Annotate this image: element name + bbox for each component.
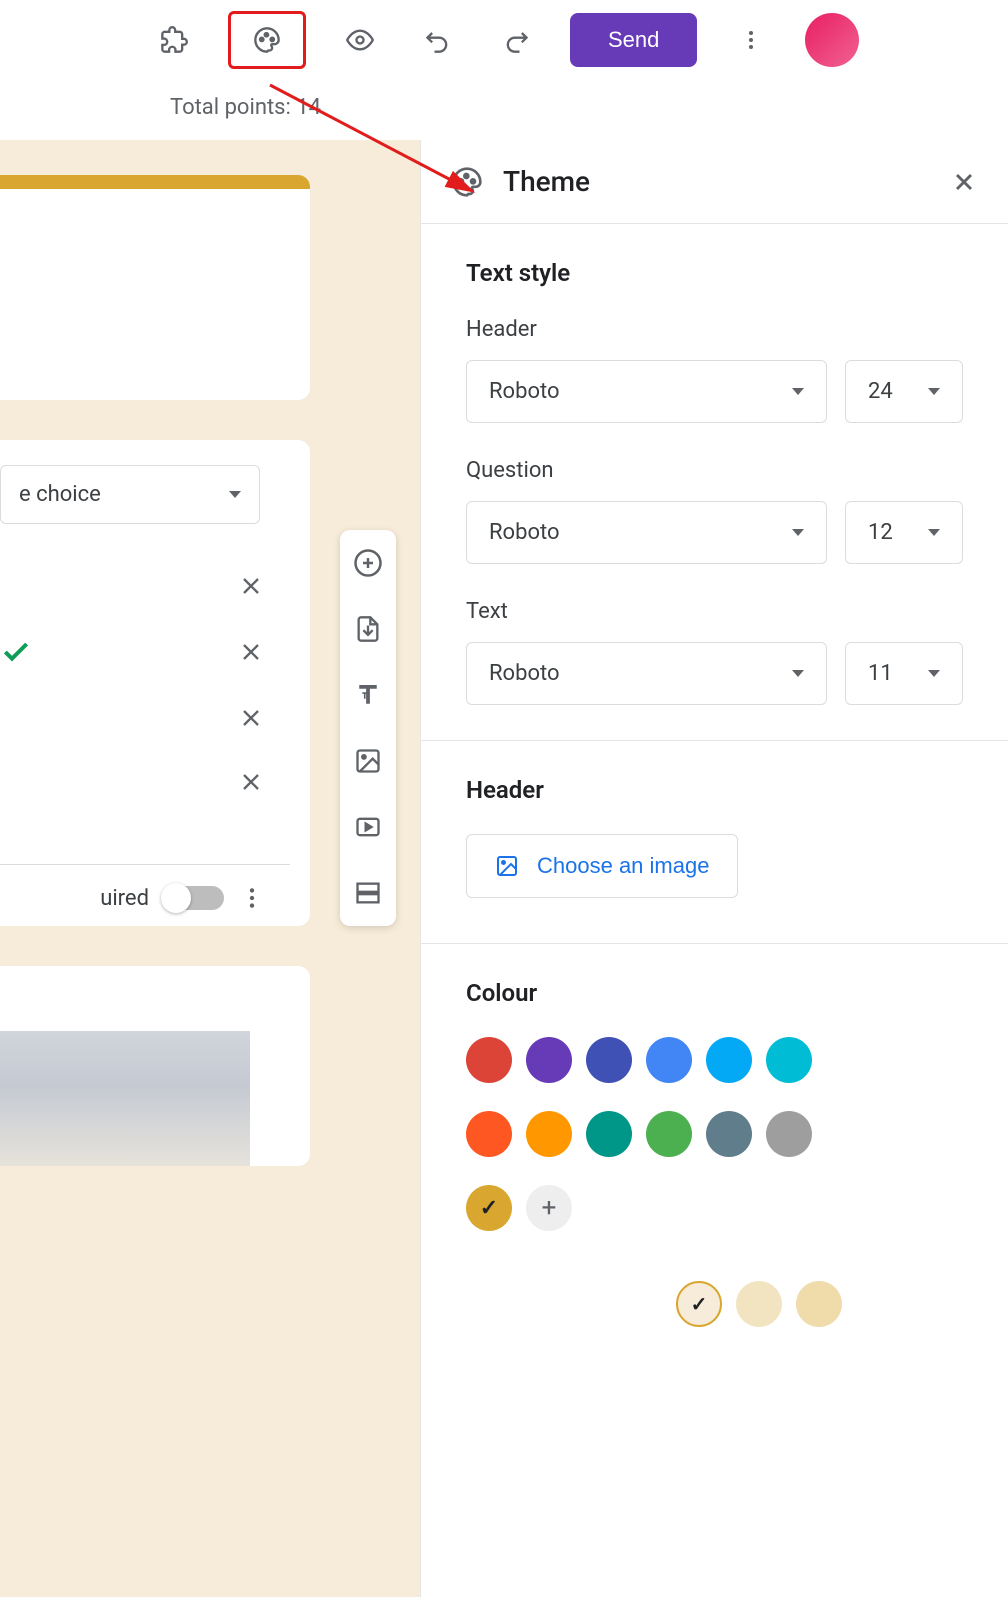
chevron-down-icon (229, 491, 241, 498)
header-section-title: Header (466, 776, 963, 804)
colour-swatch[interactable] (706, 1037, 752, 1083)
colour-swatch[interactable] (466, 1185, 512, 1231)
option-row (0, 554, 290, 618)
question-size-select[interactable]: 12 (845, 501, 963, 564)
side-toolbar (340, 530, 396, 926)
form-question-card[interactable]: e choice uired (0, 440, 310, 926)
chevron-down-icon (928, 670, 940, 677)
colour-grid: + (466, 1037, 963, 1231)
redo-icon[interactable] (492, 16, 540, 64)
colour-swatch[interactable] (466, 1111, 512, 1157)
choose-image-button[interactable]: Choose an image (466, 834, 738, 898)
close-panel-icon[interactable] (950, 168, 978, 196)
option-row (0, 750, 290, 814)
background-colour-swatch[interactable] (796, 1281, 842, 1327)
colour-swatch[interactable] (466, 1037, 512, 1083)
customize-theme-icon[interactable] (228, 11, 306, 69)
colour-swatch[interactable] (586, 1111, 632, 1157)
theme-panel-header: Theme (421, 140, 1008, 224)
addons-icon[interactable] (150, 16, 198, 64)
add-custom-colour[interactable]: + (526, 1185, 572, 1231)
import-questions-icon[interactable] (350, 611, 386, 647)
background-colour-swatch[interactable] (676, 1281, 722, 1327)
colour-swatch[interactable] (586, 1037, 632, 1083)
remove-option-icon[interactable] (237, 572, 265, 600)
remove-option-icon[interactable] (237, 704, 265, 732)
remove-option-icon[interactable] (237, 638, 265, 666)
required-label: uired (100, 886, 149, 911)
user-avatar[interactable] (805, 13, 859, 67)
image-card[interactable] (0, 966, 310, 1166)
form-header-card[interactable] (0, 175, 310, 400)
add-video-icon[interactable] (350, 809, 386, 845)
question-type-select[interactable]: e choice (0, 465, 260, 524)
colour-swatch[interactable] (706, 1111, 752, 1157)
chevron-down-icon (928, 388, 940, 395)
chevron-down-icon (792, 670, 804, 677)
chevron-down-icon (792, 388, 804, 395)
option-row (0, 618, 290, 686)
image-icon (495, 854, 519, 878)
add-image-icon[interactable] (350, 743, 386, 779)
background-colour-swatch[interactable] (736, 1281, 782, 1327)
colour-swatch[interactable] (646, 1037, 692, 1083)
remove-option-icon[interactable] (237, 768, 265, 796)
theme-panel: Theme Text style Header Roboto 24 Questi… (420, 140, 1008, 1597)
preview-icon[interactable] (336, 16, 384, 64)
chevron-down-icon (928, 529, 940, 536)
header-font-label: Header (466, 317, 963, 342)
question-font-select[interactable]: Roboto (466, 501, 827, 564)
header-font-select[interactable]: Roboto (466, 360, 827, 423)
text-font-label: Text (466, 599, 963, 624)
colour-swatch[interactable] (766, 1037, 812, 1083)
colour-swatch[interactable] (646, 1111, 692, 1157)
undo-icon[interactable] (414, 16, 462, 64)
send-button[interactable]: Send (570, 13, 697, 67)
required-toggle[interactable] (164, 886, 224, 910)
text-size-select[interactable]: 11 (845, 642, 963, 705)
option-row (0, 686, 290, 750)
chevron-down-icon (792, 529, 804, 536)
header-size-select[interactable]: 24 (845, 360, 963, 423)
background-colour-row (466, 1281, 963, 1327)
palette-icon (451, 166, 483, 198)
question-type-label: e choice (19, 482, 101, 507)
image-preview (0, 1031, 250, 1166)
text-style-title: Text style (466, 259, 963, 287)
add-question-icon[interactable] (350, 545, 386, 581)
more-options-icon[interactable] (727, 16, 775, 64)
colour-swatch[interactable] (766, 1111, 812, 1157)
colour-section-title: Colour (466, 979, 963, 1007)
add-title-icon[interactable] (350, 677, 386, 713)
question-font-label: Question (466, 458, 963, 483)
question-more-icon[interactable] (239, 885, 265, 911)
correct-answer-icon (0, 636, 32, 668)
colour-swatch[interactable] (526, 1111, 572, 1157)
text-font-select[interactable]: Roboto (466, 642, 827, 705)
top-toolbar: Send (0, 0, 1008, 80)
form-canvas: e choice uired (0, 140, 420, 1597)
total-points-label: Total points: 14 (0, 80, 1008, 140)
theme-panel-title: Theme (503, 165, 930, 198)
add-section-icon[interactable] (350, 875, 386, 911)
colour-swatch[interactable] (526, 1037, 572, 1083)
